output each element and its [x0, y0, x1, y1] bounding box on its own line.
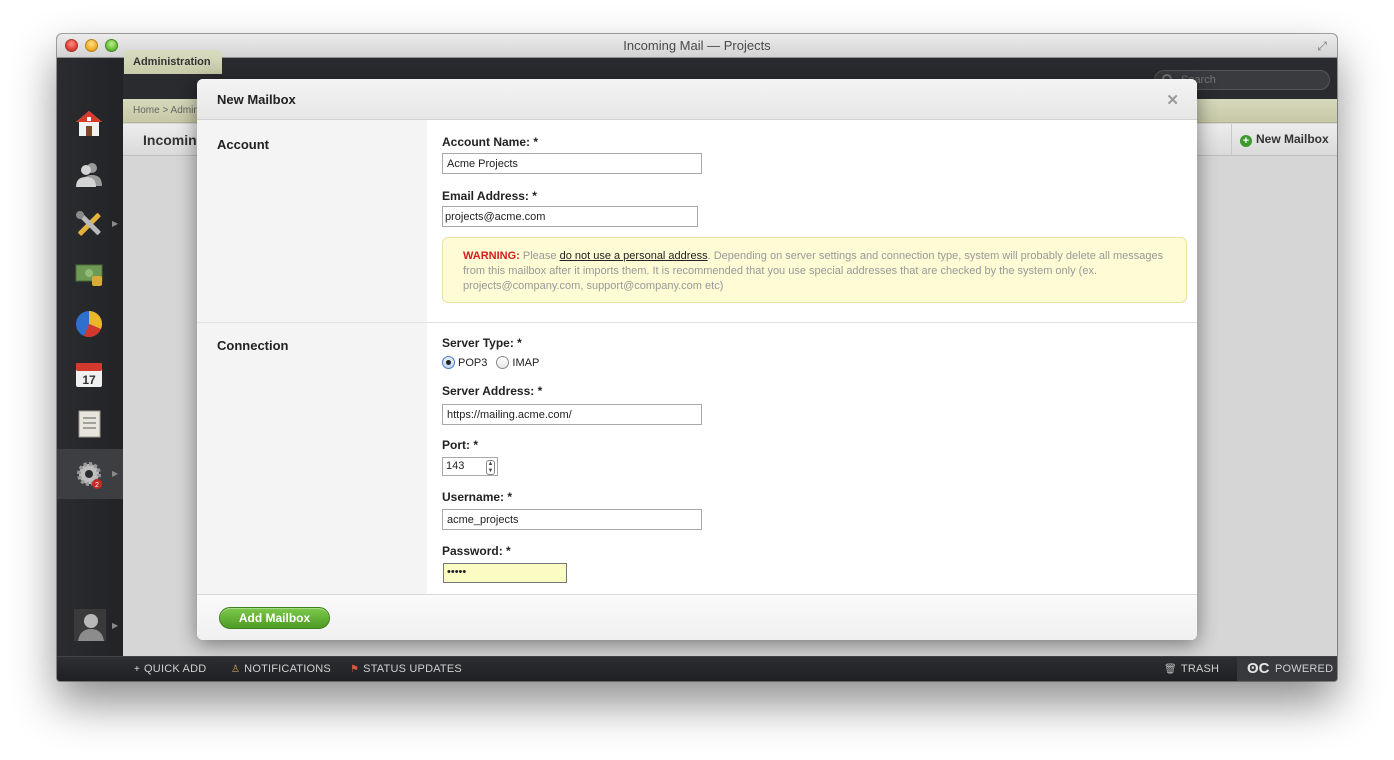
- plus-icon: +: [134, 664, 141, 675]
- window-title: Incoming Mail — Projects: [623, 38, 771, 53]
- trash-button[interactable]: 🗑 TRASH: [1164, 663, 1219, 675]
- port-value: 143: [446, 460, 465, 472]
- account-label-column: Account: [197, 120, 427, 322]
- server-address-input[interactable]: [442, 404, 702, 425]
- dialog-header: New Mailbox ✕: [197, 79, 1197, 120]
- dialog-title: New Mailbox: [217, 92, 296, 107]
- warning-text-pre: Please: [519, 250, 560, 262]
- account-section-label: Account: [217, 137, 269, 152]
- account-name-label: Account Name: *: [442, 135, 539, 149]
- calendar-day: 17: [82, 373, 96, 387]
- connection-section-label: Connection: [217, 338, 289, 353]
- warning-box: WARNING: Please do not use a personal ad…: [442, 237, 1187, 303]
- settings-badge: 2: [95, 482, 99, 489]
- server-type-label: Server Type: *: [442, 336, 522, 350]
- pop3-label[interactable]: POP3: [458, 357, 487, 369]
- sidebar: ▶ 17 2 ▶ ▶: [57, 59, 123, 656]
- home-icon[interactable]: [74, 108, 104, 138]
- password-label: Password: *: [442, 544, 511, 558]
- people-icon[interactable]: [74, 159, 104, 189]
- flag-icon: ⚑: [350, 664, 360, 675]
- notifications-label: NOTIFICATIONS: [244, 663, 331, 675]
- new-mailbox-dialog: New Mailbox ✕ Account Account Name: * Em…: [197, 79, 1197, 640]
- account-name-input[interactable]: [442, 153, 702, 174]
- stepper-arrows-icon[interactable]: ▲ ▼: [486, 460, 495, 475]
- tab-administration[interactable]: Administration: [124, 50, 222, 74]
- powered-label: POWERED: [1275, 663, 1334, 675]
- close-icon[interactable]: ✕: [1166, 91, 1179, 109]
- user-avatar[interactable]: [74, 609, 106, 641]
- activecollab-logo-icon: ʘC: [1247, 660, 1270, 677]
- status-updates-label: STATUS UPDATES: [363, 663, 462, 675]
- warning-label: WARNING:: [463, 250, 520, 262]
- dialog-footer: Add Mailbox: [197, 594, 1197, 640]
- fullscreen-icon[interactable]: ⤢: [1315, 39, 1329, 53]
- new-mailbox-button[interactable]: + New Mailbox: [1231, 124, 1337, 155]
- notifications-button[interactable]: ♙ NOTIFICATIONS: [231, 663, 331, 675]
- user-expand-icon[interactable]: ▶: [112, 621, 118, 630]
- port-label: Port: *: [442, 438, 478, 452]
- trash-label: TRASH: [1180, 663, 1220, 675]
- username-label: Username: *: [442, 490, 513, 504]
- tools-expand-icon[interactable]: ▶: [112, 219, 118, 228]
- email-address-input[interactable]: [442, 206, 698, 227]
- calendar-icon[interactable]: 17: [74, 359, 104, 389]
- plus-icon: +: [1240, 135, 1252, 147]
- settings-expand-icon[interactable]: ▶: [112, 469, 118, 478]
- imap-radio[interactable]: [496, 356, 510, 369]
- add-mailbox-button[interactable]: Add Mailbox: [219, 607, 330, 629]
- server-type-radio-group: POP3 IMAP: [442, 356, 539, 369]
- warning-link[interactable]: do not use a personal address: [560, 250, 708, 262]
- port-stepper[interactable]: 143 ▲ ▼: [442, 457, 498, 476]
- quick-add-label: QUICK ADD: [144, 663, 207, 675]
- status-updates-button[interactable]: ⚑ STATUS UPDATES: [350, 663, 462, 675]
- email-address-label: Email Address: *: [442, 189, 537, 203]
- new-mailbox-label: New Mailbox: [1256, 132, 1329, 146]
- dialog-body: Account Account Name: * Email Address: *…: [197, 120, 1197, 594]
- password-input[interactable]: •••••: [443, 563, 567, 583]
- title-bar: Incoming Mail — Projects ⤢: [57, 34, 1337, 58]
- account-section: Account Account Name: * Email Address: *…: [197, 120, 1197, 323]
- reports-icon[interactable]: [74, 309, 104, 339]
- bell-icon: ♙: [231, 664, 241, 675]
- breadcrumb-separator: >: [162, 105, 171, 116]
- username-input[interactable]: [442, 509, 702, 530]
- connection-section: Connection: [197, 323, 1197, 594]
- imap-label[interactable]: IMAP: [512, 357, 539, 369]
- trash-icon: 🗑: [1164, 664, 1177, 675]
- connection-label-column: Connection: [197, 323, 427, 594]
- pop3-radio[interactable]: [442, 356, 455, 369]
- notes-icon[interactable]: [74, 409, 104, 439]
- powered-badge[interactable]: ʘC POWERED: [1237, 657, 1337, 681]
- server-address-label: Server Address: *: [442, 384, 543, 398]
- settings-icon[interactable]: 2: [74, 459, 104, 489]
- money-icon[interactable]: [74, 259, 104, 289]
- quick-add-button[interactable]: + QUICK ADD: [134, 663, 206, 675]
- tools-icon[interactable]: [74, 209, 104, 239]
- bottom-bar: + QUICK ADD ♙ NOTIFICATIONS ⚑ STATUS UPDATE…: [57, 656, 1337, 681]
- breadcrumb-home[interactable]: Home: [133, 105, 160, 116]
